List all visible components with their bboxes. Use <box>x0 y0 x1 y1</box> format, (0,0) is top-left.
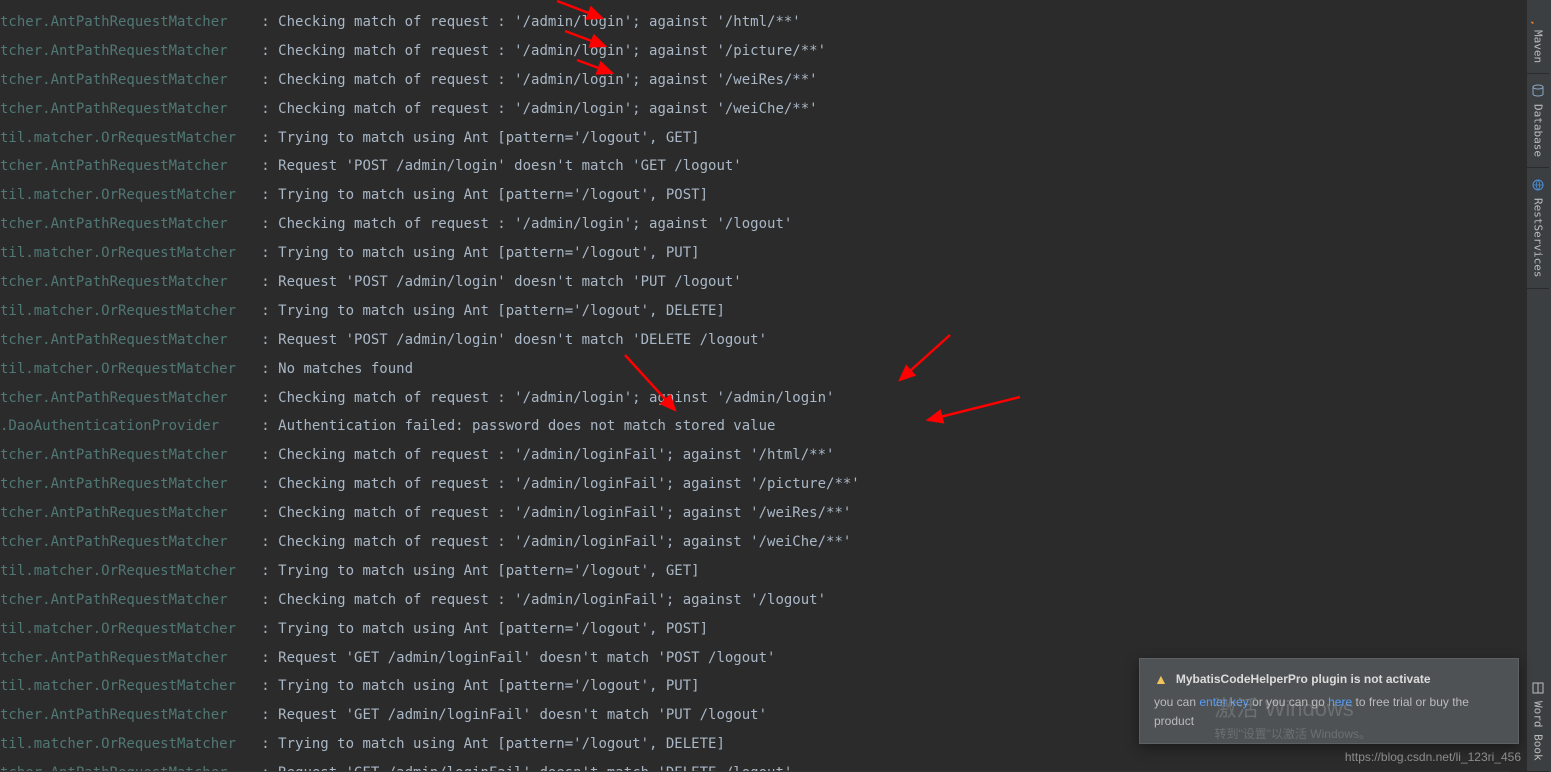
console-log-area[interactable]: tcher.AntPathRequestMatcher : Checking m… <box>0 0 1510 772</box>
log-message: : Trying to match using Ant [pattern='/l… <box>261 303 725 319</box>
toolbar-label: Word Book <box>1532 701 1545 761</box>
log-message: : Request 'GET /admin/loginFail' doesn't… <box>261 707 767 723</box>
toolbar-label: Database <box>1532 104 1545 157</box>
log-line[interactable]: til.matcher.OrRequestMatcher : Trying to… <box>0 239 1510 268</box>
log-logger-name: tcher.AntPathRequestMatcher <box>0 447 261 463</box>
notification-title-text: MybatisCodeHelperPro plugin is not activ… <box>1176 672 1431 686</box>
log-message: : Trying to match using Ant [pattern='/l… <box>261 736 725 752</box>
log-message: : Request 'POST /admin/login' doesn't ma… <box>261 274 741 290</box>
log-message: : Trying to match using Ant [pattern='/l… <box>261 245 699 261</box>
toolbar-item-wordbook[interactable]: Word Book <box>1527 671 1549 772</box>
log-message: : Trying to match using Ant [pattern='/l… <box>261 621 708 637</box>
log-message: : Request 'POST /admin/login' doesn't ma… <box>261 332 767 348</box>
log-line[interactable]: tcher.AntPathRequestMatcher : Checking m… <box>0 384 1510 413</box>
log-logger-name: til.matcher.OrRequestMatcher <box>0 361 261 377</box>
log-line[interactable]: til.matcher.OrRequestMatcher : Trying to… <box>0 557 1510 586</box>
log-line[interactable]: tcher.AntPathRequestMatcher : Request 'P… <box>0 326 1510 355</box>
log-message: : Checking match of request : '/admin/lo… <box>261 447 834 463</box>
log-line[interactable]: tcher.AntPathRequestMatcher : Checking m… <box>0 499 1510 528</box>
log-message: : Trying to match using Ant [pattern='/l… <box>261 187 708 203</box>
log-message: : Checking match of request : '/admin/lo… <box>261 14 800 30</box>
notification-link-enterkey[interactable]: enter key <box>1199 695 1248 709</box>
log-logger-name: tcher.AntPathRequestMatcher <box>0 14 261 30</box>
log-logger-name: til.matcher.OrRequestMatcher <box>0 303 261 319</box>
log-logger-name: tcher.AntPathRequestMatcher <box>0 72 261 88</box>
maven-icon: m <box>1531 10 1545 24</box>
log-logger-name: tcher.AntPathRequestMatcher <box>0 707 261 723</box>
log-logger-name: tcher.AntPathRequestMatcher <box>0 592 261 608</box>
log-logger-name: .DaoAuthenticationProvider <box>0 418 261 434</box>
log-message: : Checking match of request : '/admin/lo… <box>261 72 817 88</box>
notification-body: you can enter key or you can go here to … <box>1154 693 1504 731</box>
log-line[interactable]: tcher.AntPathRequestMatcher : Checking m… <box>0 528 1510 557</box>
log-message: : Checking match of request : '/admin/lo… <box>261 592 826 608</box>
log-logger-name: til.matcher.OrRequestMatcher <box>0 245 261 261</box>
log-line[interactable]: til.matcher.OrRequestMatcher : Trying to… <box>0 615 1510 644</box>
log-logger-name: tcher.AntPathRequestMatcher <box>0 332 261 348</box>
log-logger-name: til.matcher.OrRequestMatcher <box>0 130 261 146</box>
log-logger-name: tcher.AntPathRequestMatcher <box>0 650 261 666</box>
log-line[interactable]: tcher.AntPathRequestMatcher : Checking m… <box>0 66 1510 95</box>
log-logger-name: tcher.AntPathRequestMatcher <box>0 505 261 521</box>
log-logger-name: tcher.AntPathRequestMatcher <box>0 43 261 59</box>
log-line[interactable]: tcher.AntPathRequestMatcher : Request 'P… <box>0 152 1510 181</box>
log-logger-name: til.matcher.OrRequestMatcher <box>0 678 261 694</box>
toolbar-item-restservices[interactable]: RestServices <box>1527 168 1549 288</box>
notification-popup[interactable]: ▲ MybatisCodeHelperPro plugin is not act… <box>1139 658 1519 744</box>
log-line[interactable]: til.matcher.OrRequestMatcher : No matche… <box>0 355 1510 384</box>
log-message: : Request 'POST /admin/login' doesn't ma… <box>261 158 741 174</box>
notification-text: you can <box>1154 695 1199 709</box>
log-line[interactable]: tcher.AntPathRequestMatcher : Checking m… <box>0 37 1510 66</box>
log-logger-name: til.matcher.OrRequestMatcher <box>0 621 261 637</box>
log-line[interactable]: .DaoAuthenticationProvider : Authenticat… <box>0 412 1510 441</box>
log-logger-name: til.matcher.OrRequestMatcher <box>0 736 261 752</box>
log-logger-name: tcher.AntPathRequestMatcher <box>0 158 261 174</box>
rest-icon <box>1531 178 1545 192</box>
toolbar-label: RestServices <box>1532 198 1545 277</box>
log-line[interactable]: til.matcher.OrRequestMatcher : Trying to… <box>0 124 1510 153</box>
log-logger-name: tcher.AntPathRequestMatcher <box>0 274 261 290</box>
log-message: : Trying to match using Ant [pattern='/l… <box>261 563 699 579</box>
log-message: : Authentication failed: password does n… <box>261 418 775 434</box>
toolbar-label: Maven <box>1532 30 1545 63</box>
log-logger-name: tcher.AntPathRequestMatcher <box>0 476 261 492</box>
log-logger-name: tcher.AntPathRequestMatcher <box>0 390 261 406</box>
notification-link-here[interactable]: here <box>1328 695 1352 709</box>
log-logger-name: tcher.AntPathRequestMatcher <box>0 216 261 232</box>
log-line[interactable]: til.matcher.OrRequestMatcher : Trying to… <box>0 297 1510 326</box>
database-icon <box>1531 84 1545 98</box>
log-line[interactable]: tcher.AntPathRequestMatcher : Request 'P… <box>0 268 1510 297</box>
log-message: : Checking match of request : '/admin/lo… <box>261 534 851 550</box>
log-logger-name: tcher.AntPathRequestMatcher <box>0 534 261 550</box>
svg-text:m: m <box>1531 20 1538 24</box>
log-line[interactable]: tcher.AntPathRequestMatcher : Checking m… <box>0 95 1510 124</box>
log-message: : No matches found <box>261 361 413 377</box>
log-message: : Checking match of request : '/admin/lo… <box>261 390 834 406</box>
log-line[interactable]: tcher.AntPathRequestMatcher : Checking m… <box>0 210 1510 239</box>
notification-title-row: ▲ MybatisCodeHelperPro plugin is not act… <box>1154 671 1504 687</box>
log-message: : Trying to match using Ant [pattern='/l… <box>261 130 699 146</box>
log-message: : Checking match of request : '/admin/lo… <box>261 43 826 59</box>
log-message: : Checking match of request : '/admin/lo… <box>261 505 851 521</box>
toolbar-item-database[interactable]: Database <box>1527 74 1549 168</box>
log-logger-name: tcher.AntPathRequestMatcher <box>0 101 261 117</box>
log-line[interactable]: tcher.AntPathRequestMatcher : Checking m… <box>0 8 1510 37</box>
toolbar-item-maven[interactable]: m Maven <box>1527 0 1549 74</box>
log-line[interactable]: tcher.AntPathRequestMatcher : Checking m… <box>0 586 1510 615</box>
warning-icon: ▲ <box>1154 671 1168 687</box>
right-toolbar: m Maven Database RestServices Word Book <box>1526 0 1551 772</box>
log-logger-name: til.matcher.OrRequestMatcher <box>0 563 261 579</box>
log-message: : Checking match of request : '/admin/lo… <box>261 476 859 492</box>
log-message: : Trying to match using Ant [pattern='/l… <box>261 678 699 694</box>
log-message: : Request 'GET /admin/loginFail' doesn't… <box>261 650 775 666</box>
log-message: : Checking match of request : '/admin/lo… <box>261 101 817 117</box>
log-message: : Checking match of request : '/admin/lo… <box>261 216 792 232</box>
notification-text: or you can go <box>1249 695 1328 709</box>
book-icon <box>1531 681 1545 695</box>
log-logger-name: til.matcher.OrRequestMatcher <box>0 187 261 203</box>
log-line[interactable]: tcher.AntPathRequestMatcher : Checking m… <box>0 470 1510 499</box>
log-line[interactable]: til.matcher.OrRequestMatcher : Trying to… <box>0 181 1510 210</box>
log-line[interactable]: tcher.AntPathRequestMatcher : Checking m… <box>0 441 1510 470</box>
